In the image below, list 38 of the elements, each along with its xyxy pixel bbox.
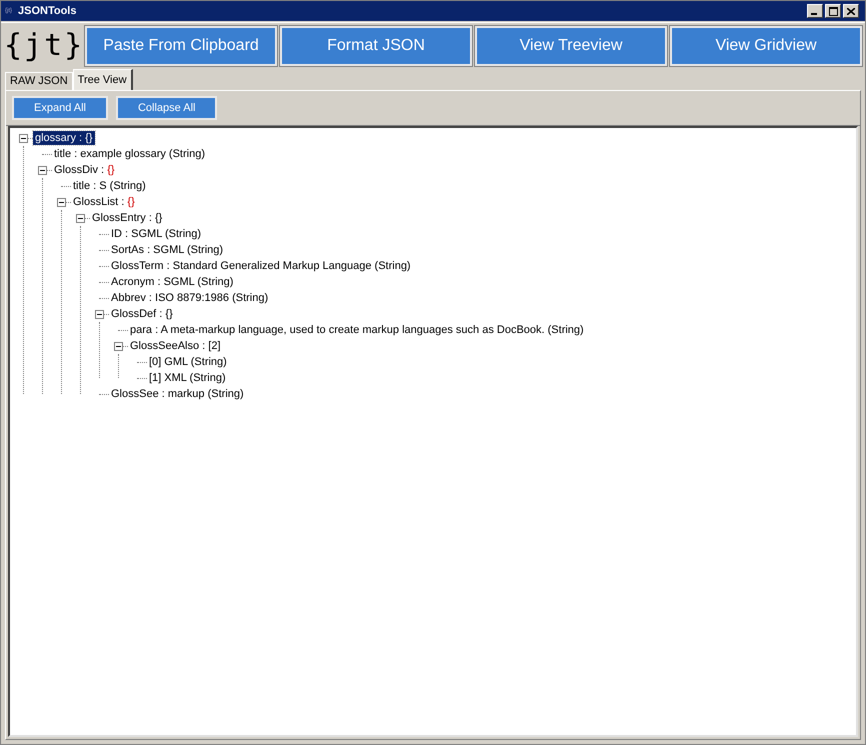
tree-node[interactable]: Abbrev : ISO 8879:1986 (String)	[109, 291, 270, 305]
tree-node[interactable]: ID : SGML (String)	[109, 227, 204, 241]
action-button[interactable]: Expand All	[12, 96, 108, 120]
tree-node[interactable]: glossary : {}	[33, 131, 94, 145]
collapse-toggle[interactable]	[19, 134, 28, 142]
collapse-toggle[interactable]	[76, 214, 85, 222]
tree-node[interactable]: [1] XML (String)	[147, 371, 228, 385]
window-title: JSONTools	[18, 4, 76, 19]
tree-node[interactable]: para : A meta-markup language, used to create markup languages such as DocBook. (String)	[128, 323, 586, 337]
maximize-button[interactable]	[825, 4, 841, 18]
tree-node[interactable]: GlossEntry : {}	[90, 211, 164, 225]
tree-node[interactable]: GlossDef : {}	[109, 307, 175, 321]
tree-node[interactable]: title : S (String)	[71, 179, 148, 193]
minimize-button[interactable]	[807, 4, 823, 18]
action-button[interactable]: Collapse All	[116, 96, 218, 120]
tree-node[interactable]: Acronym : SGML (String)	[109, 275, 236, 289]
tree-node[interactable]: GlossList : {}	[71, 195, 137, 209]
tree-node[interactable]: title : example glossary (String)	[52, 147, 207, 161]
tree-node[interactable]: GlossSeeAlso : [2]	[128, 339, 222, 353]
close-icon	[847, 8, 855, 14]
tree-node[interactable]: SortAs : SGML (String)	[109, 243, 226, 257]
toolbar-button[interactable]: View Treeview	[475, 26, 667, 66]
app-logo: {jt}	[4, 30, 82, 60]
tree-node[interactable]: GlossDiv : {}	[52, 163, 117, 177]
toolbar-button[interactable]: View Gridview	[670, 26, 862, 66]
tab[interactable]: Tree View	[72, 69, 133, 90]
tab[interactable]: RAW JSON	[5, 72, 73, 90]
collapse-toggle[interactable]	[95, 310, 104, 318]
tree-node[interactable]: [0] GML (String)	[147, 355, 229, 369]
toolbar-button[interactable]: Paste From Clipboard	[85, 26, 277, 66]
collapse-toggle[interactable]	[57, 198, 66, 206]
collapse-toggle[interactable]	[38, 166, 47, 174]
maximize-icon	[828, 6, 838, 16]
tree-node[interactable]: GlossTerm : Standard Generalized Markup Language (String)	[109, 259, 413, 273]
tree-node[interactable]: GlossSee : markup (String)	[109, 387, 246, 401]
collapse-toggle[interactable]	[114, 342, 123, 350]
toolbar-button[interactable]: Format JSON	[280, 26, 472, 66]
close-button[interactable]	[843, 4, 859, 18]
